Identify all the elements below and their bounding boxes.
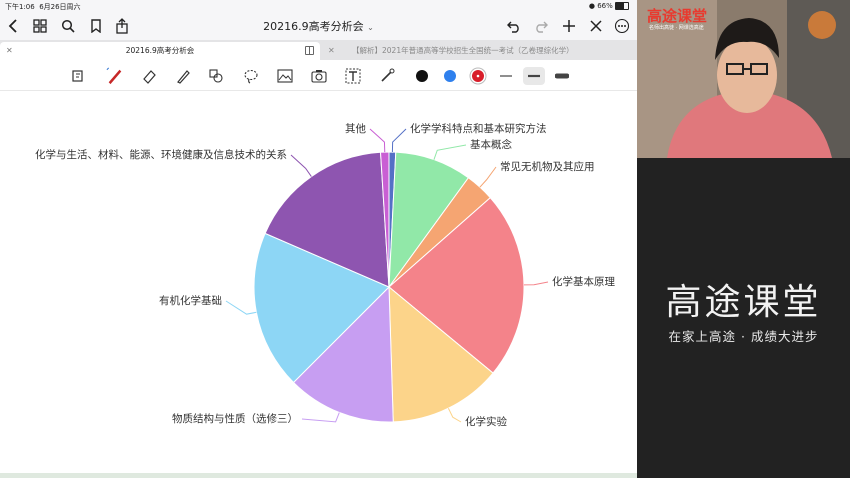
pie-slice-label: 化学与生活、材料、能源、环境健康及信息技术的关系 [35,148,287,161]
drawing-toolbar [0,60,637,91]
pie-slice-label: 化学实验 [465,415,507,428]
video-logo-subtitle: 名师出高徒 · 网课选高途 [649,25,704,31]
tab-close-icon[interactable]: ✕ [328,42,335,60]
notes-app: 下午1:06 6月26日周六 ● 66% 20216.9高考分析会 ⌄ ✕ 20… [0,0,637,478]
text-tool-icon[interactable] [344,67,362,85]
chevron-down-icon: ⌄ [367,23,374,32]
color-black-swatch[interactable] [413,67,431,85]
shapes-tool-icon[interactable] [207,67,225,85]
label-leader-line [479,166,497,188]
image-insert-icon[interactable] [276,67,294,85]
pie-slice-label: 化学学科特点和基本研究方法 [410,122,547,135]
brand-title: 高途课堂 [665,282,822,323]
brand-panel: 高途课堂 在家上高途 · 成绩大进步 [637,158,850,478]
brand-slogan: 在家上高途 · 成绩大进步 [668,329,819,344]
chart-area: 化学学科特点和基本研究方法基本概念常见无机物及其应用化学基本原理化学实验 物质结构… [0,91,637,473]
tab-exam-solution[interactable]: ✕ 【解析】2021年普通高等学校招生全国统一考试（乙卷理综化学） [322,42,637,60]
label-leader-line [391,128,407,153]
bottom-strip [0,473,637,478]
lasso-tool-icon[interactable] [242,67,260,85]
close-icon[interactable] [586,15,606,37]
status-time: 下午1:06 [5,3,35,11]
document-title-text: 20216.9高考分析会 [263,20,364,33]
tab-analysis[interactable]: ✕ 20216.9高考分析会 [0,42,320,60]
label-leader-line [290,154,312,177]
add-icon[interactable] [559,15,579,37]
laser-pointer-icon[interactable] [378,67,396,85]
undo-icon[interactable] [504,15,524,37]
tab-bar: ✕ 20216.9高考分析会 ✕ 【解析】2021年普通高等学校招生全国统一考试… [0,40,637,60]
label-leader-line [433,144,467,160]
color-blue-swatch[interactable] [441,67,459,85]
eraser-tool-icon[interactable] [140,67,158,85]
status-time-date: 下午1:06 6月26日周六 [5,2,81,12]
battery-icon [615,2,629,10]
label-leader-line [301,412,340,423]
pie-chart: 化学学科特点和基本研究方法基本概念常见无机物及其应用化学基本原理化学实验 物质结构… [35,122,615,428]
video-logo: 高途课堂 [647,7,708,25]
status-date: 6月26日周六 [39,3,81,11]
teacher-video: 高途课堂 名师出高徒 · 网课选高途 [637,0,850,158]
tab-label: 20216.9高考分析会 [125,46,195,55]
pie-slice-label: 物质结构与性质（选修三） [172,412,298,425]
read-mode-icon[interactable] [69,67,87,85]
pie-slice-label: 化学基本原理 [552,275,615,288]
camera-icon[interactable] [310,67,328,85]
status-bar: 下午1:06 6月26日周六 ● 66% [0,0,637,12]
stroke-thick-option[interactable] [553,67,571,85]
color-red-swatch[interactable] [469,67,487,85]
stroke-thin-option[interactable] [497,67,515,85]
tab-close-icon[interactable]: ✕ [6,42,13,60]
highlighter-tool-icon[interactable] [174,67,192,85]
nav-bar: 20216.9高考分析会 ⌄ [0,12,637,40]
pie-slice-label: 有机化学基础 [159,294,222,307]
label-leader-line [369,128,386,153]
pie-slice-label: 基本概念 [470,138,512,151]
pen-tool-icon[interactable] [106,67,124,85]
label-leader-line [225,300,257,315]
status-right: ● 66% [589,2,629,10]
wifi-icon: ● [588,2,595,10]
pie-slice-label: 常见无机物及其应用 [500,160,595,173]
label-leader-line [447,408,462,423]
pie-slice-label: 其他 [345,122,366,135]
tab-label: 【解析】2021年普通高等学校招生全国统一考试（乙卷理综化学） [352,46,574,55]
label-leader-line [523,281,549,286]
split-view-icon[interactable] [305,46,314,55]
more-icon[interactable] [612,15,632,37]
stroke-medium-option[interactable] [523,67,545,85]
battery-percent: 66% [597,2,613,10]
redo-icon[interactable] [531,15,551,37]
